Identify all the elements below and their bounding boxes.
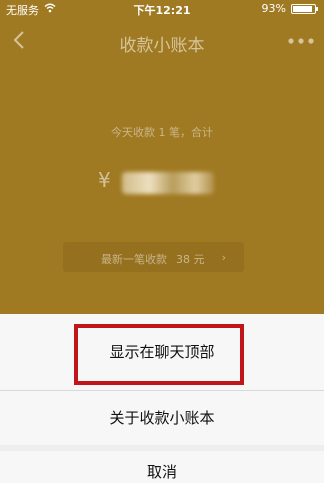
about-ledger-button[interactable]: 关于收款小账本 bbox=[0, 391, 324, 445]
blurred-amount bbox=[122, 172, 214, 194]
amount-row: ¥ bbox=[0, 164, 324, 204]
show-on-chat-top-button[interactable]: 显示在聊天顶部 bbox=[0, 314, 324, 391]
latest-payment-button[interactable]: 最新一笔收款 38 元 › bbox=[63, 242, 244, 272]
page-title: 收款小账本 bbox=[119, 36, 205, 56]
battery-percentage: 93% bbox=[261, 2, 286, 15]
battery-icon bbox=[291, 4, 318, 14]
currency-symbol: ¥ bbox=[98, 168, 111, 192]
navigation-bar: 收款小账本 bbox=[0, 18, 324, 64]
latest-payment-value: 38 元 bbox=[176, 253, 205, 266]
latest-payment-label: 最新一笔收款 bbox=[101, 253, 167, 266]
cancel-button[interactable]: 取消 bbox=[0, 451, 324, 483]
chevron-right-icon: › bbox=[221, 251, 226, 264]
ledger-body: 今天收款 1 笔，合计 ¥ 最新一笔收款 38 元 › bbox=[0, 64, 324, 314]
action-sheet: 显示在聊天顶部 关于收款小账本 取消 bbox=[0, 314, 324, 483]
status-bar: 无服务 下午12:21 93% bbox=[0, 0, 324, 18]
more-dots-icon[interactable] bbox=[288, 38, 314, 44]
today-summary: 今天收款 1 笔，合计 bbox=[111, 126, 213, 139]
